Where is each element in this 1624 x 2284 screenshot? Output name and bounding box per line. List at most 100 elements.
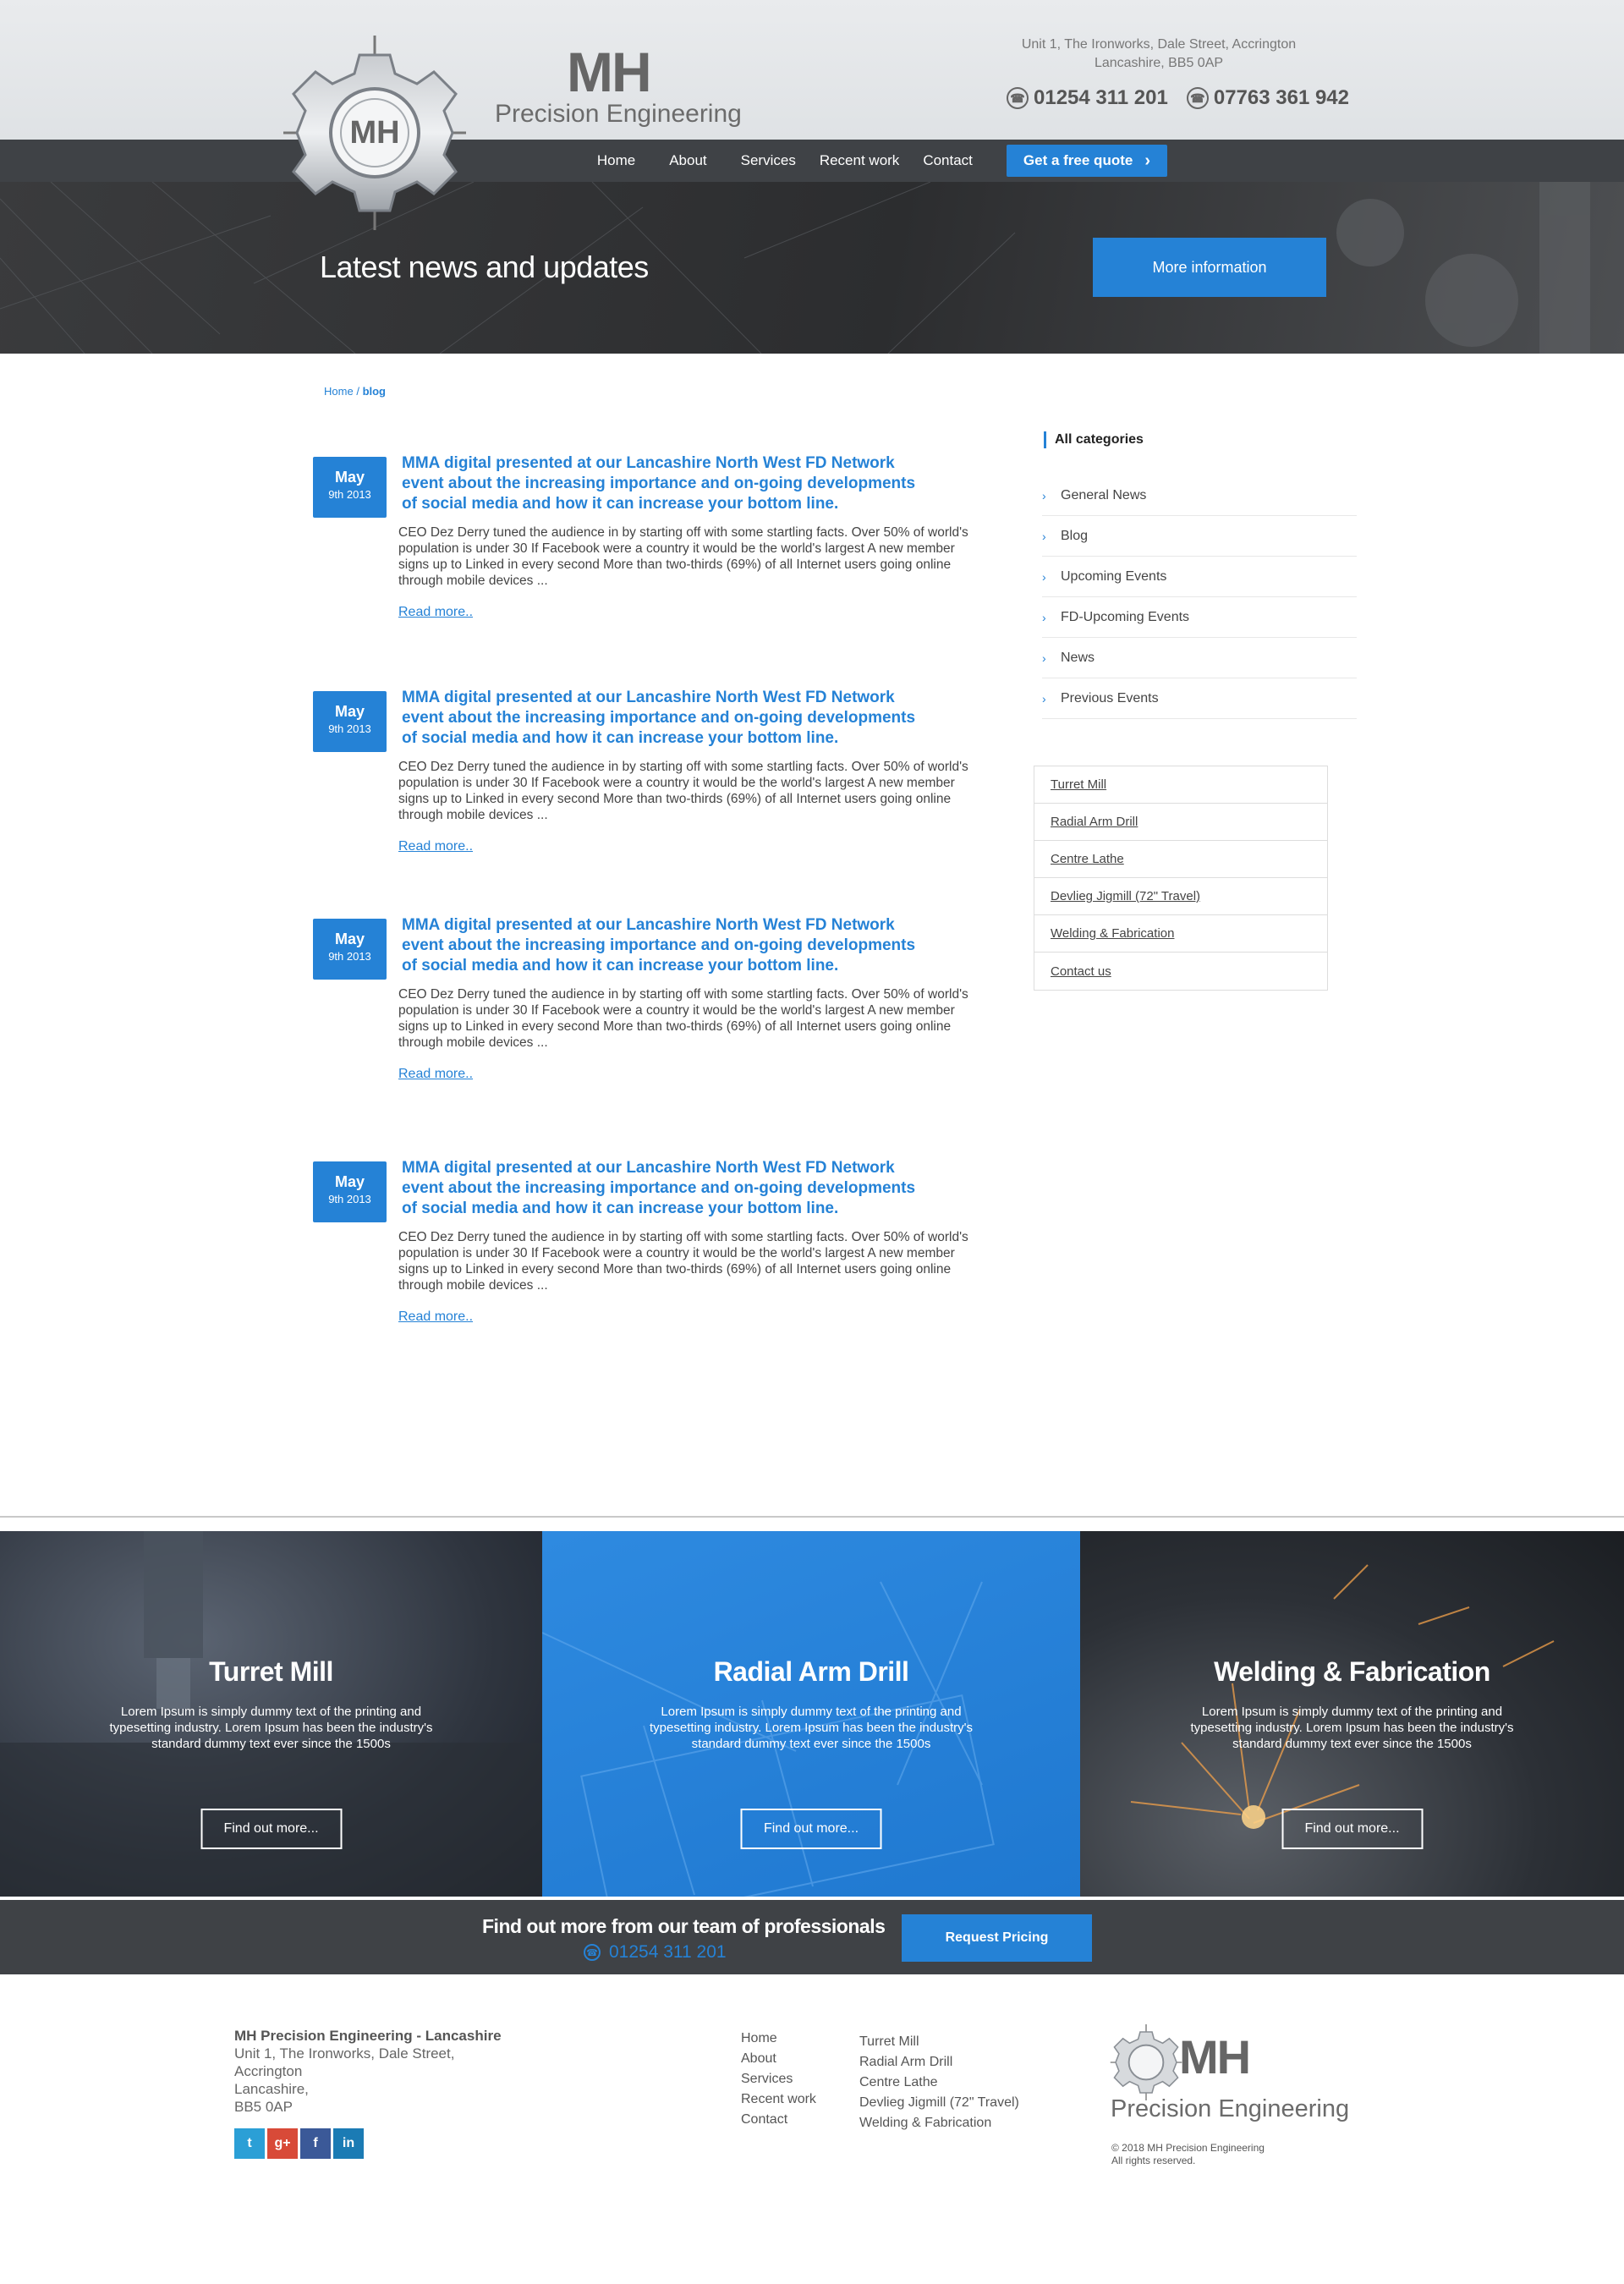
footer-address-line: Unit 1, The Ironworks, Dale Street, [234, 2045, 455, 2062]
nav-about[interactable]: About [669, 152, 706, 169]
facebook-icon[interactable]: f [300, 2128, 331, 2159]
post-day: 9th 2013 [328, 1193, 371, 1205]
read-more-link[interactable]: Read more.. [398, 1067, 473, 1082]
footer-nav: Home About Services Recent work Contact [741, 2029, 816, 2130]
sidebar-link-turret-mill[interactable]: Turret Mill [1034, 766, 1327, 804]
nav-recent-work[interactable]: Recent work [820, 152, 899, 169]
category-label: Blog [1061, 528, 1089, 543]
footer-service-link[interactable]: Devlieg Jigmill (72" Travel) [859, 2093, 1019, 2113]
feature-title: Welding & Fabrication [1214, 1656, 1490, 1687]
footer-nav-home[interactable]: Home [741, 2029, 816, 2049]
post-title[interactable]: MMA digital presented at our Lancashire … [402, 915, 926, 976]
twitter-icon[interactable]: t [234, 2128, 265, 2159]
feature-text: Lorem Ipsum is simply dummy text of the … [109, 1705, 433, 1751]
find-out-more-button[interactable]: Find out more... [200, 1809, 342, 1849]
chevron-right-icon: › [1042, 529, 1046, 543]
phone-1[interactable]: ☎ 01254 311 201 [1007, 86, 1168, 110]
footer-gear-icon [1110, 2024, 1182, 2100]
sidebar-link-centre-lathe[interactable]: Centre Lathe [1034, 841, 1327, 878]
post-day: 9th 2013 [328, 488, 371, 501]
category-blog[interactable]: › Blog [1042, 516, 1357, 557]
feature-turret-mill: Turret Mill Lorem Ipsum is simply dummy … [0, 1531, 542, 1897]
find-out-more-button[interactable]: Find out more... [740, 1809, 882, 1849]
post-excerpt: CEO Dez Derry tuned the audience in by s… [398, 760, 968, 822]
footer-service-link[interactable]: Welding & Fabrication [859, 2113, 1019, 2133]
phone-2[interactable]: ☎ 07763 361 942 [1186, 86, 1349, 110]
sidebar-link-welding-fabrication[interactable]: Welding & Fabrication [1034, 915, 1327, 953]
post-month: May [334, 931, 365, 947]
header-phones: ☎ 01254 311 201 ☎ 07763 361 942 [1007, 86, 1349, 110]
nav-home[interactable]: Home [597, 152, 635, 169]
footer-nav-contact[interactable]: Contact [741, 2110, 816, 2130]
chevron-right-icon: › [1144, 151, 1150, 170]
phone-icon: ☎ [584, 1944, 601, 1961]
read-more-link[interactable]: Read more.. [398, 605, 473, 620]
post-title[interactable]: MMA digital presented at our Lancashire … [402, 1158, 926, 1219]
phone-icon: ☎ [1007, 87, 1029, 109]
more-information-button[interactable]: More information [1093, 238, 1326, 297]
footer-nav-about[interactable]: About [741, 2049, 816, 2069]
footer-address-line: BB5 0AP [234, 2099, 293, 2115]
category-previous-events[interactable]: › Previous Events [1042, 678, 1357, 719]
cta-title: Find out more from our team of professio… [482, 1915, 886, 1937]
post-date-badge: May 9th 2013 [313, 691, 387, 752]
category-label: Previous Events [1061, 690, 1159, 706]
google-plus-icon[interactable]: g+ [267, 2128, 298, 2159]
post-excerpt: CEO Dez Derry tuned the audience in by s… [398, 1230, 968, 1293]
blog-post: May 9th 2013 MMA digital presented at our… [313, 688, 973, 860]
category-upcoming-events[interactable]: › Upcoming Events [1042, 557, 1357, 597]
find-out-more-button[interactable]: Find out more... [1281, 1809, 1423, 1849]
phone-1-number: 01254 311 201 [1034, 86, 1168, 109]
footer-nav-services[interactable]: Services [741, 2069, 816, 2089]
hero-title: Latest news and updates [320, 250, 649, 284]
breadcrumb-home[interactable]: Home [324, 385, 354, 398]
sidebar-link-contact-us[interactable]: Contact us [1034, 953, 1327, 990]
get-free-quote-button[interactable]: Get a free quote › [1006, 145, 1167, 177]
footer-logo-name: Precision Engineering [1111, 2095, 1350, 2122]
linkedin-icon[interactable]: in [333, 2128, 364, 2159]
categories-heading: All categories [1044, 431, 1144, 448]
read-more-link[interactable]: Read more.. [398, 1309, 473, 1325]
address-line-1: Unit 1, The Ironworks, Dale Street, Accr… [1021, 37, 1297, 52]
read-more-link[interactable]: Read more.. [398, 839, 473, 854]
feature-text: Lorem Ipsum is simply dummy text of the … [1190, 1705, 1514, 1751]
sidebar-link-devlieg-jigmill[interactable]: Devlieg Jigmill (72" Travel) [1034, 878, 1327, 915]
feature-welding-fabrication: Welding & Fabrication Lorem Ipsum is sim… [1080, 1531, 1624, 1897]
cta-phone[interactable]: ☎ 01254 311 201 [584, 1942, 727, 1963]
post-day: 9th 2013 [328, 950, 371, 963]
category-general-news[interactable]: › General News [1042, 475, 1357, 516]
phone-icon: ☎ [1186, 87, 1209, 109]
post-title[interactable]: MMA digital presented at our Lancashire … [402, 688, 926, 749]
nav-services[interactable]: Services [741, 152, 796, 169]
request-pricing-button[interactable]: Request Pricing [902, 1914, 1092, 1962]
post-excerpt: CEO Dez Derry tuned the audience in by s… [398, 525, 968, 588]
footer-service-link[interactable]: Radial Arm Drill [859, 2052, 1019, 2073]
post-title[interactable]: MMA digital presented at our Lancashire … [402, 453, 926, 514]
nav-contact[interactable]: Contact [923, 152, 973, 169]
rights-line: All rights reserved. [1111, 2155, 1196, 2166]
category-fd-upcoming-events[interactable]: › FD-Upcoming Events [1042, 597, 1357, 638]
chevron-right-icon: › [1042, 691, 1046, 706]
post-date-badge: May 9th 2013 [313, 457, 387, 518]
footer-service-link[interactable]: Centre Lathe [859, 2073, 1019, 2093]
category-label: Upcoming Events [1061, 568, 1167, 584]
footer-logo-initials: MH [1179, 2030, 1251, 2084]
footer-nav-recent-work[interactable]: Recent work [741, 2089, 816, 2110]
blog-post: May 9th 2013 MMA digital presented at our… [313, 1158, 973, 1331]
social-links: t g+ f in [234, 2128, 364, 2159]
copyright-line: © 2018 MH Precision Engineering [1111, 2142, 1265, 2154]
cta-band: Find out more from our team of professio… [0, 1900, 1624, 1974]
chevron-right-icon: › [1042, 651, 1046, 665]
header-bar: Unit 1, The Ironworks, Dale Street, Accr… [0, 0, 1624, 140]
company-logo-gear-icon[interactable]: MH [283, 36, 466, 230]
breadcrumb-current: blog [362, 385, 386, 398]
main-nav: Home About Services Recent work Contact … [563, 140, 1167, 182]
sidebar-link-radial-arm-drill[interactable]: Radial Arm Drill [1034, 804, 1327, 841]
brand-text[interactable]: MH Precision Engineering [495, 44, 742, 129]
category-news[interactable]: › News [1042, 638, 1357, 678]
post-excerpt: CEO Dez Derry tuned the audience in by s… [398, 987, 968, 1050]
address-line-2: Lancashire, BB5 0AP [1094, 56, 1224, 70]
hero-background-lines [0, 182, 1590, 354]
footer-service-link[interactable]: Turret Mill [859, 2032, 1019, 2052]
svg-text:MH: MH [349, 115, 399, 151]
